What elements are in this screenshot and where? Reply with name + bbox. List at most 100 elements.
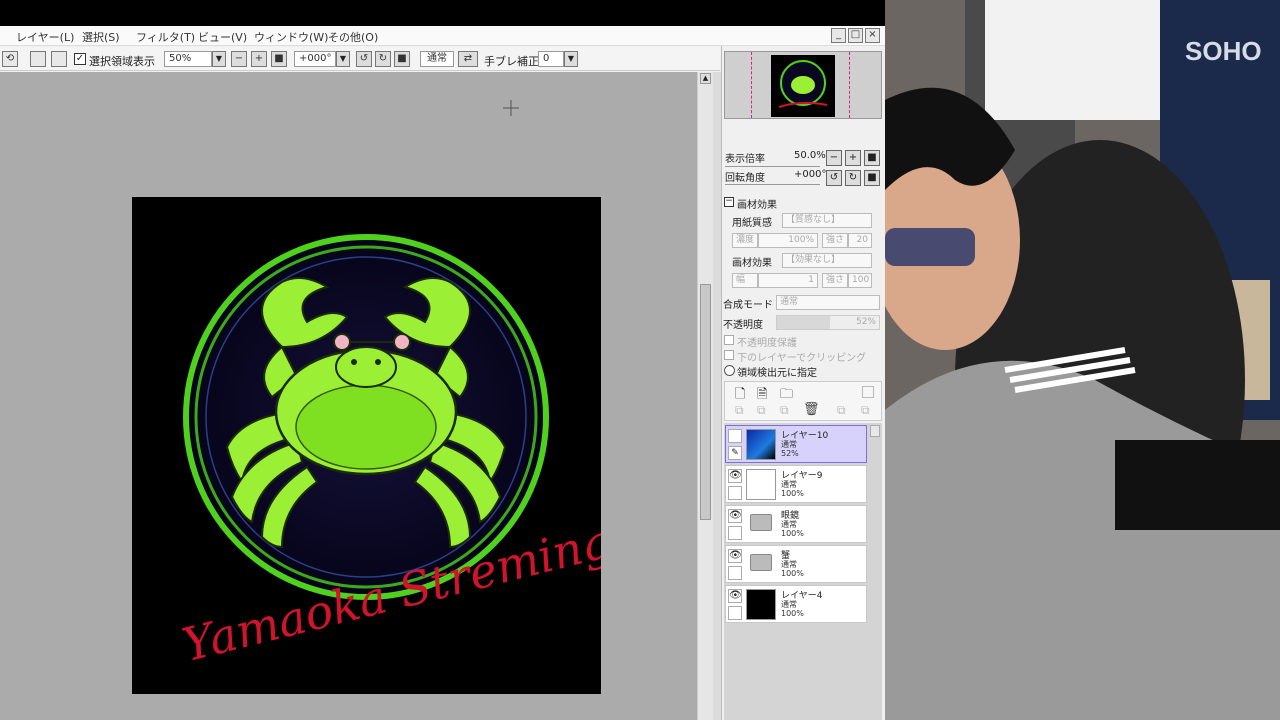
vertical-scrollbar[interactable]: ▲ xyxy=(697,72,713,720)
flip-icon[interactable]: ⇄ xyxy=(458,51,478,67)
rotation-select[interactable]: +000° xyxy=(294,51,336,67)
effect-label: 画材効果 xyxy=(732,258,772,269)
effect-strength-value[interactable]: 100 xyxy=(848,273,872,288)
menu-filter[interactable]: フィルタ(T) xyxy=(136,29,195,45)
folder-icon xyxy=(750,514,772,531)
chevron-down-icon[interactable]: ▼ xyxy=(212,51,226,67)
visibility-toggle[interactable] xyxy=(728,429,742,443)
nav-rotate-reset-button[interactable]: ■ xyxy=(864,170,880,186)
layer-row-glasses[interactable]: 👁 眼鏡 通常 100% xyxy=(725,505,867,543)
paper-texture-select[interactable]: 【質感なし】 xyxy=(782,213,872,228)
view-frame-left xyxy=(751,52,752,118)
layer-option-icon[interactable] xyxy=(862,386,874,398)
canvas-area[interactable]: Yamaoka Streming xyxy=(0,72,697,720)
navigator-thumbnail-art xyxy=(778,60,828,108)
brush-icon[interactable]: ✎ xyxy=(728,446,742,460)
layer-scrollbar[interactable] xyxy=(870,425,880,437)
trash-icon[interactable]: 🗑 xyxy=(803,402,820,417)
blend-mode-select[interactable]: 通常 xyxy=(776,295,880,310)
layer-toolbar: 🗋 🗎 🗀 ⧉ ⧉ ⧉ 🗑 ⧉ ⧉ xyxy=(724,381,882,421)
artwork-canvas[interactable]: Yamaoka Streming xyxy=(132,197,601,694)
menu-view[interactable]: ビュー(V) xyxy=(198,29,247,45)
copy-layer-icon[interactable]: ⧉ xyxy=(735,403,744,418)
invert-select-icon[interactable] xyxy=(51,51,67,67)
nav-zoom-out-button[interactable]: − xyxy=(826,150,842,166)
layer-row-layer10[interactable]: ✎ レイヤー10 通常 52% xyxy=(725,425,867,463)
nav-zoom-label: 表示倍率 xyxy=(725,154,765,165)
zoom-in-button[interactable]: + xyxy=(251,51,267,67)
eye-icon[interactable]: 👁 xyxy=(728,509,742,523)
effect-strength-label: 強さ xyxy=(822,273,848,288)
navigator-thumbnail xyxy=(771,55,835,117)
blend-mode-button[interactable]: 通常 xyxy=(420,51,454,67)
chevron-down-icon[interactable]: ▼ xyxy=(336,51,350,67)
region-source-radio[interactable] xyxy=(724,365,735,376)
deselect-icon[interactable] xyxy=(30,51,46,67)
merge-visible-icon[interactable]: ⧉ xyxy=(837,403,846,418)
lock-toggle[interactable] xyxy=(728,566,742,580)
zoom-select[interactable]: 50% xyxy=(164,51,212,67)
minimize-button[interactable]: _ xyxy=(831,28,846,43)
flatten-icon[interactable]: ⧉ xyxy=(861,403,870,418)
paper-texture-label: 用紙質感 xyxy=(732,218,772,229)
menu-other[interactable]: その他(O) xyxy=(328,29,378,45)
maximize-button[interactable]: □ xyxy=(848,28,863,43)
effect-select[interactable]: 【効果なし】 xyxy=(782,253,872,268)
blend-mode-label: 合成モード xyxy=(723,300,773,311)
clear-layer-icon[interactable]: ⧉ xyxy=(780,403,789,418)
paper-density-value[interactable]: 100% xyxy=(758,233,818,248)
rotate-right-icon[interactable]: ↻ xyxy=(375,51,391,67)
lock-toggle[interactable] xyxy=(728,486,742,500)
protect-opacity-checkbox[interactable] xyxy=(724,335,734,345)
opacity-slider-fill xyxy=(777,316,831,329)
undo-icon[interactable]: ⟲ xyxy=(2,51,18,67)
close-button[interactable]: × xyxy=(865,28,880,43)
collapse-icon[interactable]: − xyxy=(724,197,734,207)
nav-zoom-in-button[interactable]: + xyxy=(845,150,861,166)
lock-toggle[interactable] xyxy=(728,606,742,620)
folder-icon xyxy=(750,554,772,571)
panel-divider[interactable] xyxy=(713,72,721,720)
paper-strength-label: 強さ xyxy=(822,233,848,248)
opacity-value: 52% xyxy=(855,317,876,327)
effect-width-label: 幅 xyxy=(732,273,758,288)
paper-strength-value[interactable]: 20 xyxy=(848,233,872,248)
paint-app-window: レイヤー(L) 選択(S) フィルタ(T) ビュー(V) ウィンドウ(W) その… xyxy=(0,26,885,720)
rotate-left-icon[interactable]: ↺ xyxy=(356,51,372,67)
layer-row-crab[interactable]: 👁 蟹 通常 100% xyxy=(725,545,867,583)
effect-width-value[interactable]: 1 xyxy=(758,273,818,288)
clip-below-checkbox[interactable] xyxy=(724,350,734,360)
menu-window[interactable]: ウィンドウ(W) xyxy=(254,29,328,45)
stabilizer-select[interactable]: 0 xyxy=(538,51,564,67)
layer-opacity: 100% xyxy=(781,569,804,578)
opacity-slider[interactable]: 52% xyxy=(776,315,880,330)
top-black-strip xyxy=(0,0,885,26)
zoom-reset-button[interactable]: ■ xyxy=(271,51,287,67)
nav-rotate-left-icon[interactable]: ↺ xyxy=(826,170,842,186)
menu-layer[interactable]: レイヤー(L) xyxy=(16,29,74,45)
eye-icon[interactable]: 👁 xyxy=(728,469,742,483)
rotate-reset-button[interactable]: ■ xyxy=(394,51,410,67)
layer-row-layer4[interactable]: 👁 レイヤー4 通常 100% xyxy=(725,585,867,623)
clip-below-label: 下のレイヤーでクリッピング xyxy=(737,353,867,364)
nav-rotate-value: +000° xyxy=(794,169,827,180)
layer-row-layer9[interactable]: 👁 レイヤー9 通常 100% xyxy=(725,465,867,503)
eye-icon[interactable]: 👁 xyxy=(728,549,742,563)
merge-down-icon[interactable]: ⧉ xyxy=(757,403,766,418)
scroll-up-icon[interactable]: ▲ xyxy=(700,73,711,84)
zoom-out-button[interactable]: − xyxy=(231,51,247,67)
nav-rotate-right-icon[interactable]: ↻ xyxy=(845,170,861,186)
rotate-slider[interactable] xyxy=(725,184,820,185)
layer-thumbnail xyxy=(746,469,776,500)
navigator-preview[interactable] xyxy=(724,51,882,119)
chevron-down-icon[interactable]: ▼ xyxy=(564,51,578,67)
eye-icon[interactable]: 👁 xyxy=(728,589,742,603)
scrollbar-thumb[interactable] xyxy=(700,284,711,520)
lock-toggle[interactable] xyxy=(728,526,742,540)
brush-effect-header: 画材効果 xyxy=(737,200,777,211)
zoom-slider[interactable] xyxy=(725,166,820,167)
nav-zoom-reset-button[interactable]: ■ xyxy=(864,150,880,166)
selection-display-checkbox[interactable]: ✓ xyxy=(74,53,86,65)
menu-select[interactable]: 選択(S) xyxy=(82,29,120,45)
layer-opacity: 52% xyxy=(781,449,799,458)
